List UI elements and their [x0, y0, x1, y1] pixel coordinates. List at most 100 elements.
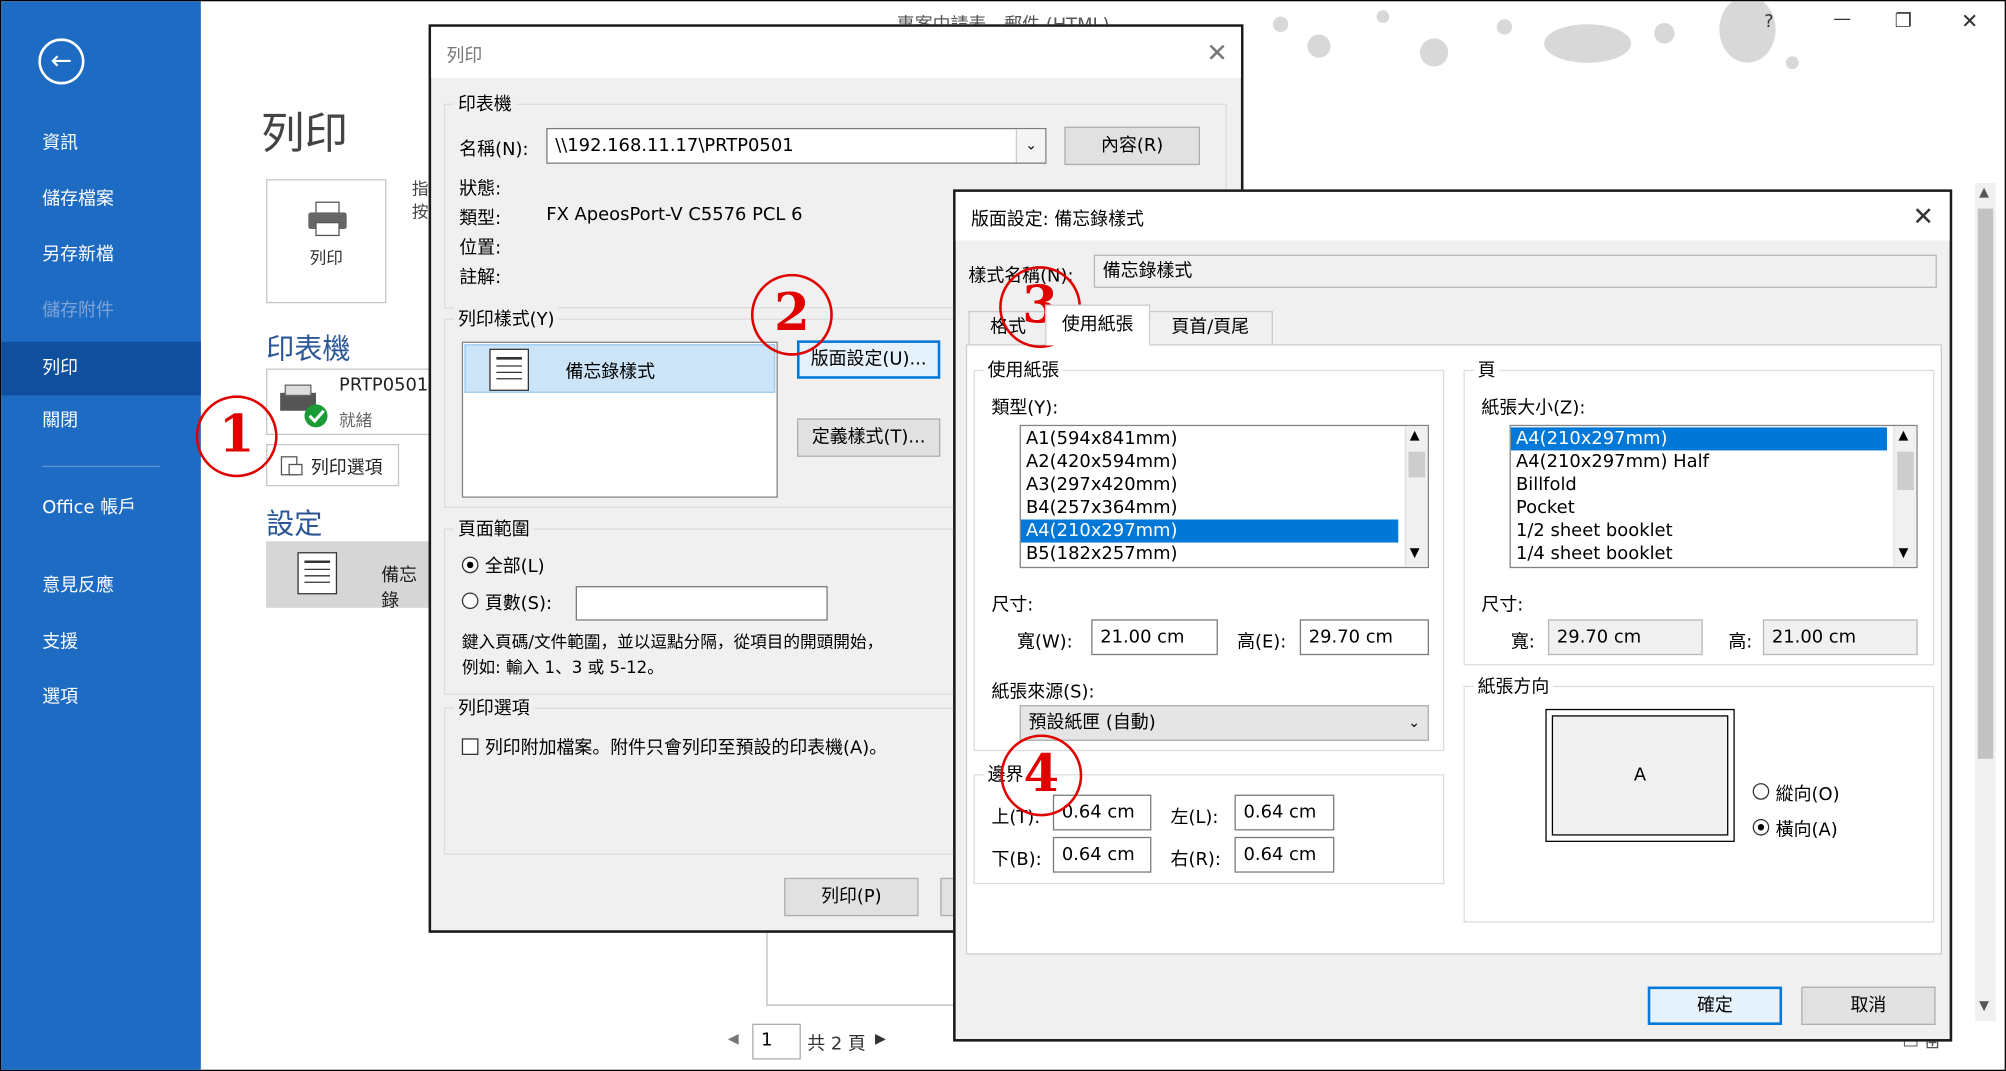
- define-styles-button[interactable]: 定義樣式(T)...: [797, 418, 941, 457]
- print-dialog-close-icon[interactable]: ✕: [1206, 37, 1227, 68]
- big-print-button[interactable]: 列印: [266, 179, 387, 304]
- backstage-scrollbar[interactable]: ▲ ▼: [1975, 182, 1996, 1022]
- print-attachments-label[interactable]: 列印附加檔案。附件只會列印至預設的印表機(A)。: [485, 734, 887, 760]
- printer-heading: 印表機: [266, 333, 351, 366]
- tab-header-footer[interactable]: 頁首/頁尾: [1147, 310, 1273, 345]
- sidebar-item-info[interactable]: 資訊: [1, 119, 201, 168]
- scroll-up-icon[interactable]: ▲: [1979, 186, 1989, 200]
- memo-style-icon: [297, 552, 338, 595]
- page-height-value: 21.00 cm: [1771, 627, 1857, 648]
- minimize-button[interactable]: —: [1833, 9, 1851, 29]
- sidebar-item-print[interactable]: 列印: [1, 341, 201, 396]
- all-pages-radio[interactable]: [461, 556, 479, 574]
- sidebar-item-close[interactable]: 關閉: [1, 397, 201, 446]
- scroll-down-icon[interactable]: ▼: [1898, 546, 1908, 560]
- page-width-label: 寬:: [1510, 632, 1535, 653]
- settings-heading: 設定: [266, 509, 323, 542]
- printer-selector[interactable]: PRTP0501 就緒: [266, 368, 430, 436]
- annotation-2: 2: [750, 273, 833, 356]
- margin-bottom-label: 下(B):: [991, 849, 1042, 871]
- scroll-up-icon[interactable]: ▲: [1410, 429, 1420, 443]
- page-size-list[interactable]: A4(210x297mm) A4(210x297mm) Half Billfol…: [1509, 424, 1918, 569]
- orientation-preview-page: A: [1551, 715, 1729, 836]
- back-button[interactable]: ←: [38, 38, 85, 85]
- scroll-down-icon[interactable]: ▼: [1410, 546, 1420, 560]
- sidebar-item-feedback[interactable]: 意見反應: [1, 562, 201, 611]
- page-size-item[interactable]: 1/4 sheet booklet: [1511, 543, 1917, 566]
- page-setup-close-icon[interactable]: ✕: [1913, 201, 1934, 232]
- print-style-item[interactable]: 備忘錄樣式: [464, 344, 776, 393]
- page-numbers-radio[interactable]: [461, 592, 479, 610]
- sidebar-item-save-as[interactable]: 另存新檔: [1, 230, 201, 279]
- paper-type-item[interactable]: B5(182x257mm): [1021, 543, 1428, 566]
- cancel-button[interactable]: 取消: [1801, 986, 1936, 1025]
- sidebar-item-options[interactable]: 選項: [1, 673, 201, 722]
- print-style-list[interactable]: 備忘錄樣式: [461, 341, 778, 498]
- sidebar-item-office-account[interactable]: Office 帳戶: [1, 498, 155, 544]
- portrait-radio[interactable]: [1752, 783, 1770, 800]
- sidebar-item-save-attachments[interactable]: 儲存附件: [1, 287, 201, 336]
- paper-type-list[interactable]: A1(594x841mm) A2(420x594mm) A3(297x420mm…: [1019, 424, 1429, 569]
- next-page-icon[interactable]: ▶: [875, 1030, 886, 1047]
- paper-type-item[interactable]: A1(594x841mm): [1021, 427, 1428, 450]
- chevron-down-icon[interactable]: ⌄: [1408, 706, 1420, 739]
- print-button[interactable]: 列印(P): [784, 877, 919, 917]
- scroll-down-icon[interactable]: ▼: [1979, 999, 1989, 1013]
- print-options-button[interactable]: 列印選項: [266, 444, 400, 487]
- printer-ready-icon: [280, 384, 328, 428]
- margin-right-value: 0.64 cm: [1243, 844, 1317, 866]
- tab-paper[interactable]: 使用紙張: [1045, 304, 1151, 346]
- paper-type-item[interactable]: A3(297x420mm): [1021, 473, 1428, 496]
- printer-name-combo[interactable]: \\192.168.11.17\PRTP0501 ⌄: [546, 127, 1047, 164]
- tab-header-footer-label: 頁首/頁尾: [1171, 317, 1250, 338]
- comment-label: 註解:: [459, 267, 502, 288]
- restore-button[interactable]: ❐: [1895, 9, 1912, 32]
- printer-status: 就緒: [339, 412, 373, 432]
- landscape-label[interactable]: 橫向(A): [1776, 816, 1838, 842]
- help-button[interactable]: ?: [1764, 12, 1774, 32]
- style-selector[interactable]: 備忘錄: [266, 541, 430, 612]
- properties-button[interactable]: 內容(R): [1064, 126, 1200, 166]
- scroll-thumb[interactable]: [1408, 451, 1426, 478]
- scroll-thumb[interactable]: [1897, 451, 1914, 491]
- print-attachments-checkbox[interactable]: [461, 738, 479, 755]
- paper-type-item[interactable]: A2(420x594mm): [1021, 450, 1428, 473]
- tab-paper-label: 使用紙張: [1061, 314, 1134, 336]
- paper-width-input[interactable]: 21.00 cm: [1091, 619, 1218, 656]
- paper-height-input[interactable]: 29.70 cm: [1299, 619, 1429, 656]
- margin-left-input[interactable]: 0.64 cm: [1234, 794, 1335, 831]
- margin-bottom-input[interactable]: 0.64 cm: [1052, 836, 1152, 873]
- paper-type-item[interactable]: B4(257x364mm): [1021, 496, 1428, 519]
- page-size-item[interactable]: A4(210x297mm) Half: [1511, 450, 1917, 473]
- page-size-item[interactable]: Billfold: [1511, 473, 1917, 496]
- ok-button[interactable]: 確定: [1647, 986, 1783, 1025]
- page-size-item-selected[interactable]: A4(210x297mm): [1510, 427, 1887, 451]
- paper-type-scrollbar[interactable]: ▲ ▼: [1404, 426, 1428, 567]
- page-setup-button[interactable]: 版面設定(U)...: [797, 340, 941, 379]
- page-size-label: 紙張大小(Z):: [1481, 397, 1586, 419]
- printer-name: PRTP0501: [339, 374, 429, 396]
- page-size-item[interactable]: 1/2 sheet booklet: [1511, 520, 1917, 543]
- sidebar-item-support[interactable]: 支援: [1, 618, 201, 667]
- sidebar-item-save[interactable]: 儲存檔案: [1, 175, 201, 224]
- page-numbers-input[interactable]: [575, 586, 828, 621]
- prev-page-icon[interactable]: ◀: [728, 1030, 739, 1047]
- paper-source-combo[interactable]: 預設紙匣 (自動) ⌄: [1019, 705, 1429, 741]
- paper-type-item-selected[interactable]: A4(210x297mm): [1020, 519, 1399, 543]
- page-size-item[interactable]: Pocket: [1511, 496, 1917, 519]
- all-pages-label[interactable]: 全部(L): [485, 553, 545, 579]
- page-title: 列印: [260, 108, 348, 160]
- scroll-thumb[interactable]: [1977, 208, 1994, 759]
- close-button[interactable]: ✕: [1961, 9, 1978, 33]
- landscape-radio[interactable]: [1752, 818, 1770, 836]
- margin-right-input[interactable]: 0.64 cm: [1234, 836, 1335, 873]
- style-name-field: 備忘錄樣式: [1093, 254, 1937, 288]
- page-numbers-label[interactable]: 頁數(S):: [485, 590, 552, 616]
- page-number-input[interactable]: 1: [752, 1023, 801, 1060]
- page-size-scrollbar[interactable]: ▲ ▼: [1893, 426, 1917, 567]
- print-dialog-titlebar: [431, 26, 1241, 79]
- page-height-field: 21.00 cm: [1762, 619, 1918, 656]
- chevron-down-icon[interactable]: ⌄: [1015, 129, 1046, 163]
- scroll-up-icon[interactable]: ▲: [1898, 429, 1908, 443]
- portrait-label[interactable]: 縱向(O): [1776, 781, 1840, 807]
